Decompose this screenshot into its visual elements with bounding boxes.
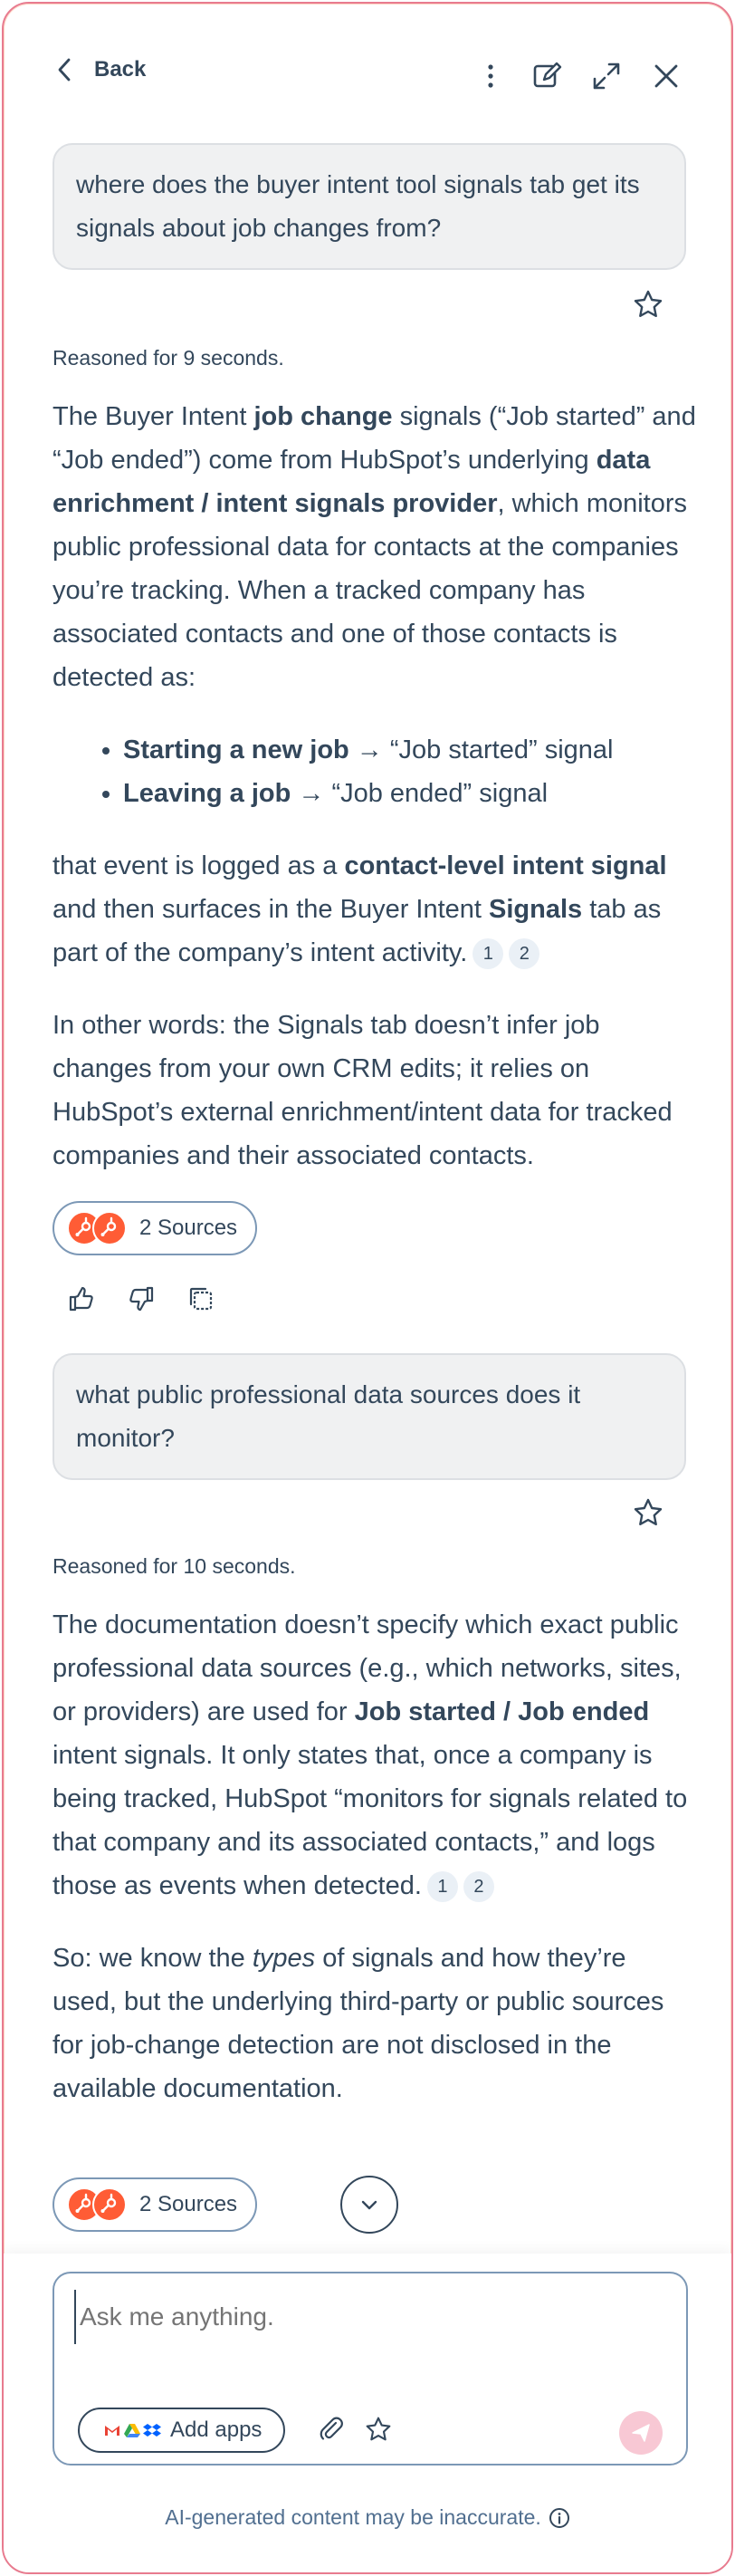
attach-button[interactable]: [313, 2411, 349, 2447]
chevron-down-icon: [361, 2200, 377, 2210]
send-icon: [632, 2424, 650, 2442]
composer-area: Add apps AI-generated content may be ina…: [4, 2254, 731, 2572]
answer-paragraph: that event is logged as a contact-level …: [52, 851, 667, 969]
info-icon[interactable]: [549, 2507, 570, 2529]
user-message: where does the buyer intent tool signals…: [52, 143, 686, 270]
prompt-library-button[interactable]: [360, 2411, 396, 2447]
more-vertical-icon: [488, 64, 493, 88]
paperclip-icon: [320, 2417, 343, 2440]
close-icon: [654, 64, 678, 88]
reasoning-time: Reasoned for 10 seconds.: [52, 1554, 296, 1578]
thumbs-down-icon: [129, 1286, 154, 1312]
sources-button[interactable]: 2 Sources: [52, 2177, 258, 2232]
citation-badge[interactable]: 2: [463, 1871, 494, 1902]
new-chat-button[interactable]: [529, 58, 565, 94]
disclaimer-text: AI-generated content may be inaccurate.: [165, 2505, 541, 2529]
citation-badge[interactable]: 1: [426, 1871, 458, 1902]
chat-panel: Back where does the buyer intent tool si…: [2, 2, 733, 2574]
chevron-left-icon: [58, 58, 71, 82]
star-icon: [634, 290, 663, 317]
copy-button[interactable]: [183, 1281, 219, 1317]
answer-paragraph: So: we know the types of signals and how…: [52, 1944, 664, 2103]
user-message: what public professional data sources do…: [52, 1353, 686, 1480]
expand-button[interactable]: [588, 58, 625, 94]
google-drive-icon: [124, 2424, 140, 2437]
close-button[interactable]: [648, 58, 684, 94]
scroll-to-bottom-button[interactable]: [340, 2176, 398, 2234]
edit-icon: [533, 62, 562, 88]
answer-paragraph: The Buyer Intent job change signals (“Jo…: [52, 402, 696, 692]
back-label: Back: [94, 57, 147, 82]
more-options-button[interactable]: [472, 58, 509, 94]
answer-paragraph: In other words: the Signals tab doesn’t …: [52, 1011, 673, 1170]
assistant-answer: The Buyer Intent job change signals (“Jo…: [52, 395, 697, 1206]
star-icon: [634, 1498, 663, 1525]
panel-header: Back: [4, 4, 731, 149]
answer-list: Starting a new job → “Job started” signa…: [123, 728, 697, 815]
thumbs-up-button[interactable]: [63, 1281, 100, 1317]
message-composer: Add apps: [52, 2272, 688, 2465]
dropbox-icon: [143, 2424, 161, 2437]
answer-paragraph: The documentation doesn’t specify which …: [52, 1610, 688, 1902]
copy-icon: [189, 1287, 213, 1311]
list-item: Starting a new job → “Job started” signa…: [123, 728, 697, 772]
back-button[interactable]: Back: [54, 56, 146, 83]
thumbs-down-button[interactable]: [123, 1281, 159, 1317]
add-apps-button[interactable]: Add apps: [78, 2408, 286, 2453]
sources-button[interactable]: 2 Sources: [52, 1201, 258, 1255]
reasoning-time: Reasoned for 9 seconds.: [52, 346, 284, 370]
hubspot-logo-icon: [92, 1211, 127, 1245]
expand-icon: [593, 62, 620, 90]
sources-label: 2 Sources: [139, 1216, 238, 1240]
add-apps-label: Add apps: [170, 2417, 262, 2442]
citation-badge[interactable]: 1: [472, 938, 504, 969]
ai-disclaimer: AI-generated content may be inaccurate.: [4, 2505, 731, 2530]
citation-badge[interactable]: 2: [509, 938, 540, 969]
gmail-icon: [105, 2426, 119, 2436]
star-icon: [366, 2417, 391, 2441]
favorite-button[interactable]: [630, 1495, 666, 1531]
assistant-answer: The documentation doesn’t specify which …: [52, 1603, 697, 2139]
feedback-actions: [63, 1281, 219, 1317]
sources-label: 2 Sources: [139, 2192, 238, 2216]
favorite-button[interactable]: [630, 286, 666, 322]
hubspot-logo-icon: [92, 2187, 127, 2222]
message-input[interactable]: [74, 2290, 663, 2344]
list-item: Leaving a job → “Job ended” signal: [123, 772, 697, 815]
thumbs-up-icon: [69, 1286, 93, 1312]
send-button[interactable]: [619, 2411, 663, 2455]
